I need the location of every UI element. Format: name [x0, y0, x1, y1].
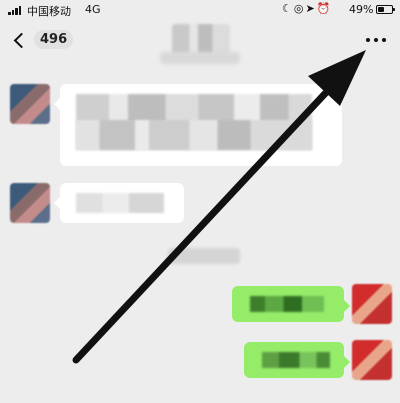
contact-avatar[interactable] — [10, 183, 50, 223]
self-avatar[interactable] — [352, 284, 392, 324]
outgoing-message-bubble[interactable] — [232, 286, 350, 322]
message-text-obscured — [76, 193, 164, 213]
timestamp-obscured — [160, 52, 240, 64]
unread-count-badge: 496 — [34, 30, 74, 49]
contact-avatar[interactable] — [10, 84, 50, 124]
battery-fill — [378, 7, 385, 12]
battery-percent: 49% — [349, 3, 374, 16]
more-dots-icon — [366, 38, 370, 42]
carrier-name: 中国移动 — [27, 5, 71, 18]
network-type: 4G — [85, 3, 101, 16]
incoming-message-bubble[interactable] — [54, 183, 184, 223]
alarm-icon: ⏰ — [316, 2, 333, 15]
message-text-obscured — [262, 352, 330, 368]
status-bar: 中国移动 4G ☾◎➤⏰ 49% — [0, 0, 400, 20]
status-icons: ☾◎➤⏰ — [282, 2, 332, 15]
incoming-message-bubble[interactable] — [54, 84, 342, 166]
chevron-left-icon — [13, 32, 30, 49]
self-avatar[interactable] — [352, 340, 392, 380]
more-button[interactable] — [362, 28, 390, 52]
moon-icon: ☾ — [282, 2, 294, 15]
outgoing-message-bubble[interactable] — [244, 342, 350, 378]
location-arrow-icon: ➤ — [305, 2, 317, 15]
chat-title-obscured — [172, 24, 230, 54]
timestamp-obscured — [168, 248, 240, 264]
signal-strength-icon — [8, 6, 24, 15]
message-text-obscured — [250, 296, 324, 312]
back-button[interactable]: 496 — [10, 26, 80, 56]
location-lock-icon: ◎ — [293, 2, 306, 15]
message-text-obscured-line2 — [76, 120, 312, 150]
battery-icon — [376, 5, 395, 14]
